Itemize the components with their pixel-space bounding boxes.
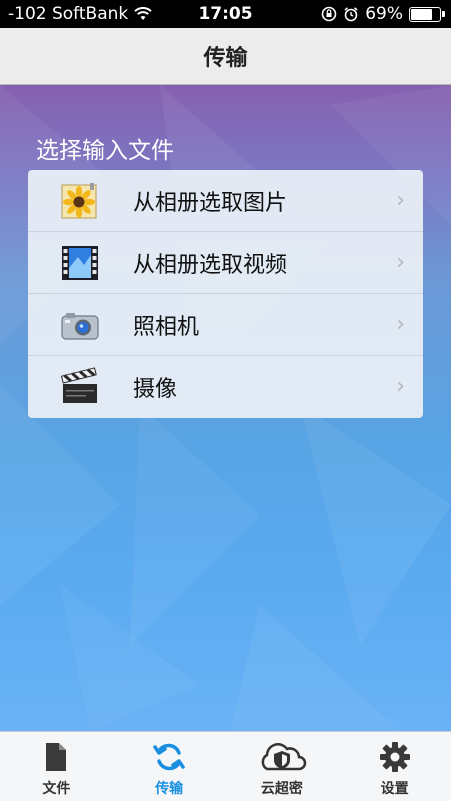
- status-bar: -102 SoftBank 17:05 69%: [0, 0, 451, 28]
- sync-icon: [153, 740, 185, 774]
- battery-percent: 69%: [365, 4, 403, 24]
- main-content: 选择输入文件 从相册选取图片 › 从相册选取视频 › 照相机 › 摄像 ›: [0, 85, 451, 731]
- sunflower-photo-icon: [60, 181, 100, 221]
- battery-icon: [409, 6, 445, 22]
- list-item-label: 照相机: [133, 314, 200, 340]
- input-source-list: 从相册选取图片 › 从相册选取视频 › 照相机 › 摄像 ›: [28, 170, 423, 418]
- list-item-camera[interactable]: 照相机 ›: [28, 294, 423, 356]
- tab-files[interactable]: 文件: [0, 732, 113, 801]
- chevron-right-icon: ›: [396, 312, 405, 337]
- chevron-right-icon: ›: [396, 374, 405, 399]
- tab-transfer[interactable]: 传输: [113, 732, 226, 801]
- chevron-right-icon: ›: [396, 250, 405, 275]
- list-item-video-from-album[interactable]: 从相册选取视频 ›: [28, 232, 423, 294]
- navigation-bar: 传输: [0, 28, 451, 85]
- tab-label: 文件: [42, 781, 71, 797]
- tab-settings[interactable]: 设置: [338, 732, 451, 801]
- tab-label: 设置: [380, 781, 409, 797]
- tab-label: 云超密: [260, 781, 303, 797]
- tab-label: 传输: [155, 781, 184, 797]
- list-item-label: 从相册选取图片: [133, 190, 288, 216]
- camera-icon: [60, 305, 100, 345]
- tab-bar: 文件 传输 云超密 设置: [0, 731, 451, 801]
- list-item-video-recording[interactable]: 摄像 ›: [28, 356, 423, 418]
- section-title: 选择输入文件: [36, 138, 174, 164]
- tab-cloud-secure[interactable]: 云超密: [226, 732, 339, 801]
- battery-fill: [411, 8, 432, 20]
- chevron-right-icon: ›: [396, 188, 405, 213]
- page-title: 传输: [203, 46, 248, 71]
- clapperboard-icon: [60, 367, 100, 407]
- list-item-label: 从相册选取视频: [133, 252, 288, 278]
- rotation-lock-icon: [321, 6, 337, 22]
- film-video-icon: [60, 243, 100, 283]
- list-item-photo-from-album[interactable]: 从相册选取图片 ›: [28, 170, 423, 232]
- list-item-label: 摄像: [133, 377, 178, 402]
- alarm-icon: [344, 7, 358, 22]
- gear-icon: [379, 740, 411, 774]
- file-icon: [44, 740, 68, 774]
- cloud-shield-icon: [257, 740, 307, 774]
